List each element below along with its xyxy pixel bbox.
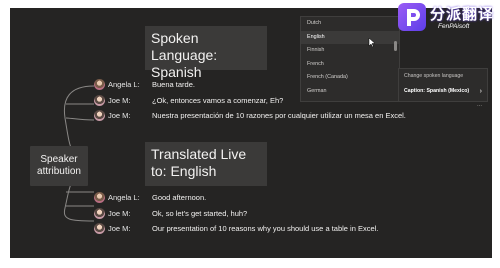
spoken-language-menu[interactable]: Dutch English Finnish French French (Can… bbox=[300, 16, 400, 102]
caption-language-option[interactable]: Caption: Spanish (Mexico) › bbox=[399, 84, 487, 99]
caption-text: Our presentation of 10 reasons why you s… bbox=[152, 224, 379, 233]
logo-english-text: FenPAisoft bbox=[438, 23, 470, 30]
chevron-right-icon: › bbox=[479, 88, 482, 95]
avatar bbox=[94, 95, 105, 106]
language-option-french[interactable]: French bbox=[301, 58, 399, 72]
language-option-dutch[interactable]: Dutch bbox=[301, 17, 399, 31]
language-option-finnish[interactable]: Finnish bbox=[301, 44, 399, 58]
caption-text: Ok, so let's get started, huh? bbox=[152, 209, 248, 218]
caption-row: Joe M: Our presentation of 10 reasons wh… bbox=[94, 222, 452, 236]
translated-language-heading: Translated Live to: English bbox=[145, 142, 267, 186]
language-option-french-canada[interactable]: French (Canada) bbox=[301, 71, 399, 85]
caption-row: Joe M: Nuestra presentación de 10 razone… bbox=[94, 109, 432, 131]
speaker-name: Angela L: bbox=[108, 193, 140, 202]
language-option-english[interactable]: English bbox=[301, 30, 399, 45]
more-options-icon[interactable]: ... bbox=[477, 102, 482, 108]
caption-text: Nuestra presentación de 10 razones por c… bbox=[152, 111, 406, 120]
logo-mark bbox=[398, 3, 426, 31]
mouse-pointer-icon bbox=[368, 38, 376, 48]
avatar bbox=[94, 192, 105, 203]
caption-row: Angela L: Good afternoon. bbox=[94, 191, 412, 205]
caption-text: Good afternoon. bbox=[152, 193, 207, 202]
avatar bbox=[94, 110, 105, 121]
speaker-name: Angela L: bbox=[108, 80, 140, 89]
avatar bbox=[94, 208, 105, 219]
logo-chinese-text: 分派翻译 bbox=[430, 5, 495, 23]
caption-row: Joe M: Ok, so let's get started, huh? bbox=[94, 207, 412, 221]
caption-language-label: Caption: Spanish (Mexico) bbox=[404, 88, 470, 94]
avatar bbox=[94, 79, 105, 90]
caption-options-menu: Change spoken language Caption: Spanish … bbox=[398, 68, 488, 102]
change-spoken-language-option[interactable]: Change spoken language bbox=[399, 69, 487, 84]
speaker-name: Joe M: bbox=[108, 111, 131, 120]
language-option-german[interactable]: German bbox=[301, 85, 399, 99]
speaker-name: Joe M: bbox=[108, 209, 131, 218]
avatar bbox=[94, 223, 105, 234]
menu-scrollbar[interactable] bbox=[394, 41, 397, 51]
speaker-name: Joe M: bbox=[108, 224, 131, 233]
speaker-name: Joe M: bbox=[108, 96, 131, 105]
spoken-language-heading: Spoken Language: Spanish bbox=[145, 26, 267, 80]
watermark-logo: 分派翻译 FenPAisoft bbox=[398, 3, 498, 35]
speaker-attribution-label: Speaker attribution bbox=[30, 146, 88, 186]
caption-demo-screen: Speaker attribution Spoken Language: Spa… bbox=[10, 8, 492, 258]
